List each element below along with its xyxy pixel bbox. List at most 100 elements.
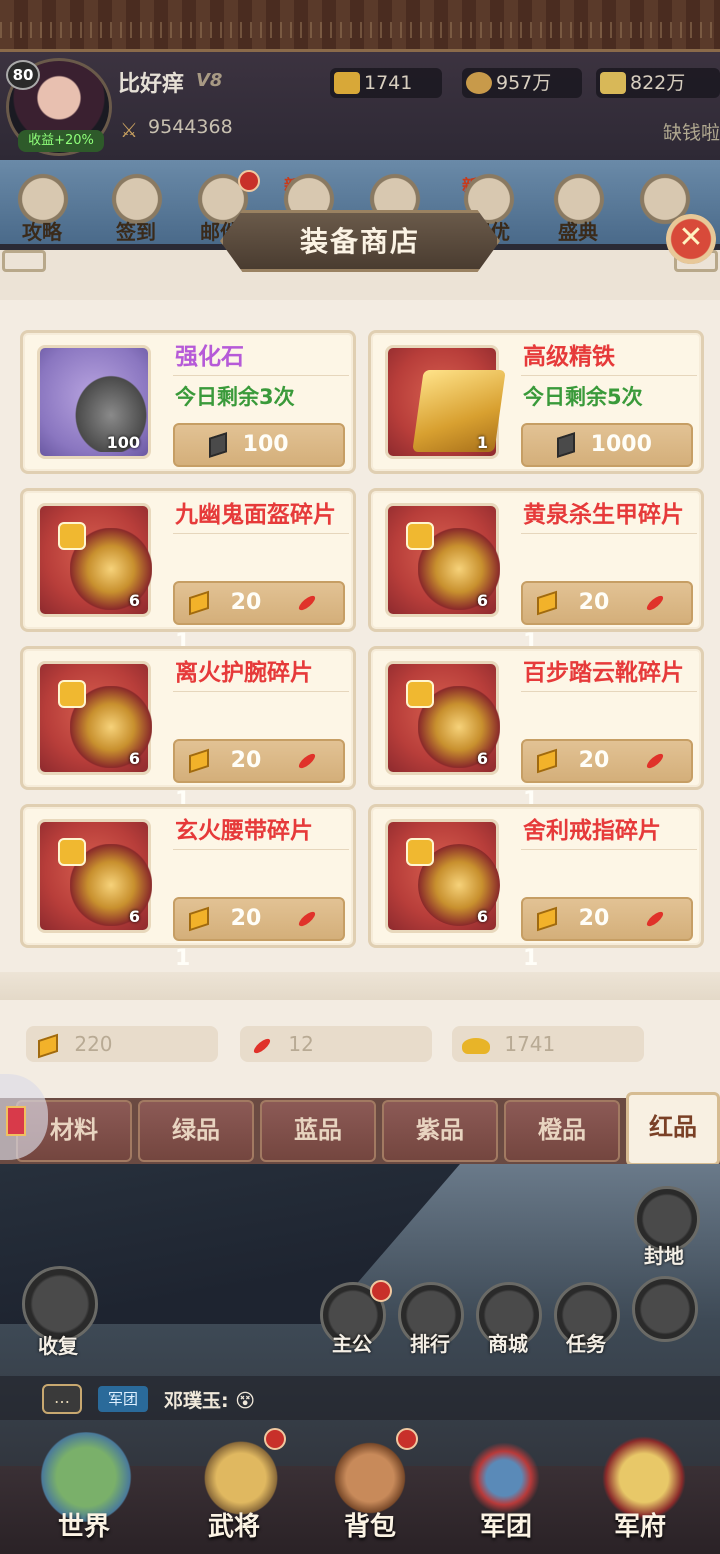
player-level: 80 (6, 60, 40, 90)
bag-badge (396, 1428, 418, 1450)
red-feather-icon (296, 909, 318, 929)
resource-grain-value: 822万 (630, 72, 686, 94)
fragment-icon (58, 680, 86, 708)
resource-coin[interactable]: 957万 (462, 68, 582, 98)
buy-button[interactable]: 20 1 (173, 581, 345, 655)
divider (173, 533, 349, 534)
divider (521, 849, 697, 850)
rank-label: 排行 (410, 1332, 450, 1356)
item-price-gold: 20 (230, 906, 262, 931)
lack-money-banner[interactable]: 缺钱啦 (663, 118, 720, 145)
gold-bar-icon (537, 590, 557, 616)
coin-pouch-icon (466, 72, 492, 94)
divider (173, 849, 349, 850)
nav-legion[interactable]: 军团 (480, 1506, 532, 1543)
tab-orange[interactable]: 橙品 (504, 1100, 620, 1162)
buy-button[interactable]: 20 1 (521, 897, 693, 971)
item-name: 强化石 (175, 344, 244, 370)
activity-label-festival: 盛典 (558, 220, 598, 244)
shop-item-card[interactable]: 100 强化石 今日剩余3次 100 (20, 330, 356, 474)
resource-grain[interactable]: 822万 (596, 68, 720, 98)
item-quantity: 6 (476, 591, 488, 610)
close-icon: ✕ (678, 220, 704, 255)
resource-jade-value: 1741 (364, 72, 413, 94)
gold-bar-icon (189, 906, 209, 932)
generals-badge (264, 1428, 286, 1450)
fragment-icon (58, 838, 86, 866)
lord-label: 主公 (332, 1332, 372, 1356)
fief-label: 封地 (644, 1244, 684, 1268)
shop-item-card[interactable]: 6 九幽鬼面盔碎片 20 1 (20, 488, 356, 655)
buy-button[interactable]: 100 (173, 423, 345, 467)
item-price-feather: 1 (175, 946, 191, 971)
shop-item-card[interactable]: 1 高级精铁 今日剩余5次 1000 (368, 330, 704, 474)
item-thumbnail: 6 (385, 503, 500, 617)
shop-item-card[interactable]: 6 离火护腕碎片 20 1 (20, 646, 356, 813)
wallet-feather: 12 (240, 1026, 432, 1062)
buy-button[interactable]: 20 1 (173, 897, 345, 971)
nav-mansion[interactable]: 军府 (614, 1506, 666, 1543)
red-feather-icon (296, 593, 318, 613)
item-remaining: 今日剩余5次 (523, 385, 643, 409)
tab-purple[interactable]: 紫品 (382, 1100, 498, 1162)
item-quantity: 6 (128, 749, 140, 768)
red-feather-icon (296, 751, 318, 771)
dpad-icon[interactable] (632, 1276, 698, 1342)
wallet-feather-value: 12 (288, 1032, 314, 1056)
mall-label: 商城 (488, 1332, 528, 1356)
nav-world[interactable]: 世界 (58, 1506, 110, 1543)
tab-red[interactable]: 红品 (626, 1092, 720, 1166)
item-quantity: 6 (128, 591, 140, 610)
player-name: 比好痒 (118, 72, 185, 97)
lord-badge (370, 1280, 392, 1302)
shop-item-card[interactable]: 6 舍利戒指碎片 20 1 (368, 804, 704, 971)
item-thumbnail: 6 (37, 819, 152, 933)
mail-badge (238, 170, 260, 192)
chat-emoji: 😵 (235, 1390, 256, 1412)
resource-jade[interactable]: 1741 (330, 68, 442, 98)
item-thumbnail: 1 (385, 345, 506, 459)
divider (173, 375, 349, 376)
close-button[interactable]: ✕ (666, 214, 716, 264)
gold-bar-icon (412, 370, 506, 452)
item-name: 玄火腰带碎片 (175, 818, 313, 844)
buy-button[interactable]: 20 1 (173, 739, 345, 813)
buy-button[interactable]: 20 1 (521, 581, 693, 655)
shop-item-card[interactable]: 6 玄火腰带碎片 20 1 (20, 804, 356, 971)
combat-power: ⚔ 9544368 (120, 116, 233, 142)
shop-item-card[interactable]: 6 百步踏云靴碎片 20 1 (368, 646, 704, 813)
gold-bar-icon (189, 748, 209, 774)
gold-bar-icon (38, 1033, 58, 1058)
item-price: 100 (242, 432, 289, 457)
buy-button[interactable]: 1000 (521, 423, 693, 467)
nav-bag[interactable]: 背包 (344, 1506, 396, 1543)
item-name: 百步踏云靴碎片 (523, 660, 684, 686)
iron-icon (209, 432, 227, 458)
item-name: 黄泉杀生甲碎片 (523, 502, 684, 528)
red-feather-icon (251, 1036, 273, 1055)
quest-label: 任务 (566, 1332, 606, 1356)
vip-badge[interactable]: V8 (196, 70, 222, 91)
jade-scroll-icon (334, 72, 360, 94)
nav-generals[interactable]: 武将 (208, 1506, 260, 1543)
item-thumbnail: 6 (37, 661, 152, 775)
wallet-gold-bar: 220 (26, 1026, 218, 1062)
wallet-ingot-value: 1741 (504, 1032, 556, 1056)
fragment-icon (58, 522, 86, 550)
combat-power-value: 9544368 (148, 116, 233, 138)
buy-button[interactable]: 20 1 (521, 739, 693, 813)
recover-label: 收复 (38, 1334, 78, 1358)
shop-item-card[interactable]: 6 黄泉杀生甲碎片 20 1 (368, 488, 704, 655)
shop-title: 装备商店 (299, 225, 420, 258)
grain-icon (600, 72, 626, 94)
tab-green[interactable]: 绿品 (138, 1100, 254, 1162)
divider (521, 375, 697, 376)
item-name: 舍利戒指碎片 (523, 818, 661, 844)
chat-message: 邓璞玉: 😵 (164, 1386, 255, 1413)
top-frieze (0, 0, 720, 52)
chat-icon[interactable]: … (42, 1384, 82, 1414)
item-name: 离火护腕碎片 (175, 660, 313, 686)
tab-blue[interactable]: 蓝品 (260, 1100, 376, 1162)
fragment-icon (406, 522, 434, 550)
wallet-ingot: 1741 (452, 1026, 644, 1062)
